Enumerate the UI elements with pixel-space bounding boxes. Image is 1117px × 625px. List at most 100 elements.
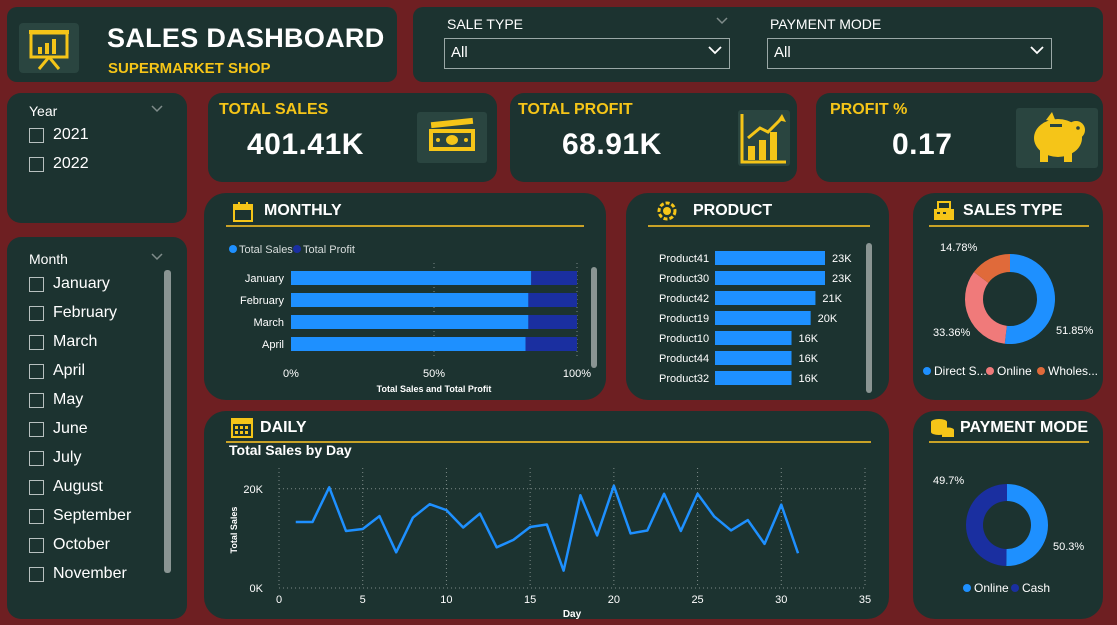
- checkbox[interactable]: [29, 479, 44, 495]
- legend-swatch: [229, 245, 237, 253]
- checkbox[interactable]: [29, 537, 44, 553]
- month-item-label: November: [53, 565, 127, 582]
- category-label: Product10: [659, 333, 709, 345]
- data-label: 51.85%: [1056, 325, 1094, 337]
- payment-mode-dropdown[interactable]: All: [767, 38, 1052, 69]
- chevron-down-icon[interactable]: [150, 252, 164, 262]
- month-item[interactable]: February: [29, 304, 117, 322]
- data-label: 50.3%: [1053, 541, 1084, 553]
- legend-swatch: [293, 245, 301, 253]
- y-axis-label: Total Sales: [229, 507, 239, 554]
- checkbox[interactable]: [29, 156, 44, 172]
- month-item[interactable]: August: [29, 478, 103, 496]
- sales-type-underline: [929, 225, 1089, 227]
- checkbox[interactable]: [29, 305, 44, 321]
- daily-card: DAILY Total Sales by Day 0K 20K 0 5 10 15 20 25 3…: [204, 411, 889, 619]
- kpi-profit-pct-label: PROFIT %: [830, 101, 908, 118]
- y-tick-label: 20K: [243, 484, 263, 496]
- monthly-scrollbar[interactable]: [591, 267, 597, 368]
- category-label: Product30: [659, 273, 709, 285]
- bar: [715, 271, 825, 285]
- month-item-label: January: [53, 275, 110, 292]
- bar: [715, 331, 792, 345]
- data-label: 14.78%: [940, 242, 978, 254]
- data-label: 16K: [799, 373, 819, 385]
- bar-sales: [291, 337, 526, 351]
- chevron-down-icon[interactable]: [715, 16, 729, 26]
- category-label: February: [240, 295, 285, 307]
- month-item[interactable]: July: [29, 449, 81, 467]
- daily-chart: Total Sales by Day 0K 20K 0 5 10 15 20 25 30 35 Day…: [229, 443, 871, 619]
- checkbox[interactable]: [29, 392, 44, 408]
- checkbox[interactable]: [29, 450, 44, 466]
- checkbox[interactable]: [29, 276, 44, 292]
- category-label: Product42: [659, 293, 709, 305]
- data-label: 23K: [832, 273, 852, 285]
- payment-mode-title: PAYMENT MODE: [960, 419, 1089, 436]
- kpi-total-sales-value: 401.41K: [247, 128, 364, 161]
- month-item[interactable]: January: [29, 275, 110, 293]
- x-tick-label: 15: [524, 594, 536, 606]
- month-item[interactable]: October: [29, 536, 110, 554]
- category-label: Product32: [659, 373, 709, 385]
- sale-type-dropdown[interactable]: All: [444, 38, 730, 69]
- month-item[interactable]: November: [29, 565, 127, 583]
- y-tick-label: 0K: [250, 583, 264, 595]
- chevron-down-icon[interactable]: [150, 104, 164, 114]
- bar: [715, 251, 825, 265]
- calendar-icon: [233, 202, 253, 222]
- chevron-down-icon: [1030, 46, 1044, 55]
- header-card: SALES DASHBOARD SUPERMARKET SHOP: [7, 7, 397, 82]
- checkbox[interactable]: [29, 127, 44, 143]
- month-scrollbar[interactable]: [164, 270, 171, 573]
- pie-slice: [965, 272, 1007, 344]
- year-item[interactable]: 2021: [29, 126, 89, 144]
- product-chart: Product41 23K Product30 23K Product42 21K Prod…: [659, 251, 852, 385]
- product-underline: [648, 225, 870, 227]
- daily-title: DAILY: [260, 419, 307, 436]
- series-line: [295, 484, 800, 572]
- month-item[interactable]: May: [29, 391, 83, 409]
- category-label: Product44: [659, 353, 709, 365]
- piggy-bank-icon: [1016, 108, 1098, 168]
- product-scrollbar[interactable]: [866, 243, 872, 393]
- month-item[interactable]: September: [29, 507, 131, 525]
- bar: [715, 351, 792, 365]
- bar-sales: [291, 271, 532, 285]
- month-item-label: April: [53, 362, 86, 379]
- bar: [715, 291, 816, 305]
- presentation-chart-icon: [19, 23, 79, 73]
- checkbox[interactable]: [29, 334, 44, 350]
- year-item[interactable]: 2022: [29, 155, 89, 173]
- chevron-down-icon: [708, 46, 722, 55]
- money-icon: [417, 112, 487, 163]
- year-item-label: 2022: [53, 155, 89, 172]
- pie-slice: [1004, 254, 1055, 344]
- x-axis-label: Total Sales and Total Profit: [377, 384, 492, 394]
- x-tick-label: 35: [859, 594, 871, 606]
- monthly-chart: Total Sales Total Profit January February Ma…: [229, 244, 591, 394]
- month-item[interactable]: June: [29, 420, 88, 438]
- month-item-label: March: [53, 333, 98, 350]
- month-slicer-label: Month: [29, 251, 68, 267]
- checkbox[interactable]: [29, 566, 44, 582]
- kpi-total-profit-label: TOTAL PROFIT: [518, 101, 633, 118]
- data-label: 20K: [818, 313, 838, 325]
- x-tick-label: 10: [440, 594, 452, 606]
- data-label: 49.7%: [933, 475, 964, 487]
- checkbox[interactable]: [29, 421, 44, 437]
- month-item[interactable]: April: [29, 362, 85, 380]
- month-slicer: Month January February March April May June Ju…: [7, 237, 187, 619]
- legend-label: Direct S...: [934, 364, 987, 378]
- checkbox[interactable]: [29, 508, 44, 524]
- gear-money-icon: [657, 201, 677, 221]
- payment-mode-value: All: [774, 44, 791, 61]
- legend-label: Wholes...: [1048, 364, 1098, 378]
- month-item-label: October: [53, 536, 110, 553]
- category-label: January: [245, 273, 285, 285]
- kpi-total-profit-value: 68.91K: [562, 128, 662, 161]
- data-label: 33.36%: [933, 327, 971, 339]
- legend-swatch: [963, 584, 971, 592]
- month-item[interactable]: March: [29, 333, 97, 351]
- checkbox[interactable]: [29, 363, 44, 379]
